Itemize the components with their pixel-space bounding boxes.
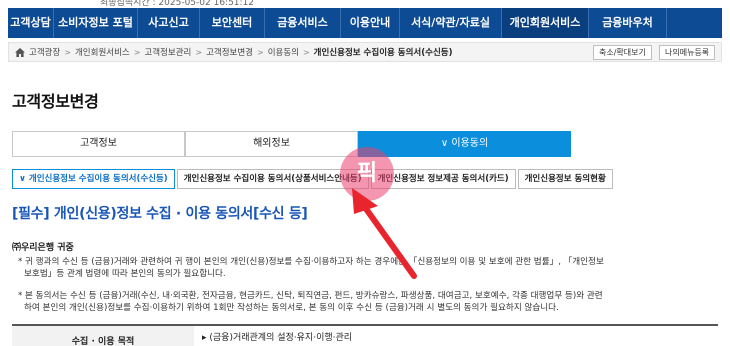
breadcrumb-item[interactable]: 이용동의 [268,46,299,58]
gnb-item[interactable]: 금융서비스 [265,8,341,38]
tab-overseas-info[interactable]: 해외정보 [185,131,358,157]
my-menu-button[interactable]: 나의메뉴등록 [659,45,716,60]
gnb-item[interactable]: 소비자정보 포털 [54,8,138,38]
breadcrumb-current: 개인신용정보 수집이용 동의서(수신등) [313,48,453,58]
tab-customer-info[interactable]: 고객정보 [12,131,185,157]
zoom-button[interactable]: 축소/확대보기 [593,45,652,60]
gnb-item[interactable]: 보안센터 [200,8,265,38]
page-title: 고객정보변경 [12,92,99,111]
tab-consent[interactable]: ∨ 이용동의 [358,131,571,157]
subtab-consent-status[interactable]: 개인신용정보 동의현황 [517,169,613,189]
breadcrumb: 고객광장 > 개인회원서비스 > 고객정보관리 > 고객정보변경 > 이용동의 … [8,42,722,62]
notice-line: 하여 본인의 개인(신용)정보를 수집·이용하기 위하여 1회만 작성하는 동의… [24,303,559,313]
table-cell: ▸ (금융)거래관계의 설정·유지·이행·관리 [202,333,353,343]
gnb-item[interactable]: 사고신고 [138,8,200,38]
gnb-item[interactable]: 금융바우처 [589,8,667,38]
notice-line: * 본 동의서는 수신 등 (금융)거래(수신, 내·외국환, 전자금융, 현금… [18,291,603,301]
home-icon[interactable] [15,47,25,57]
gnb-item[interactable]: 서식/약관/자료실 [400,8,502,38]
chevron-down-icon: ∨ [19,174,29,184]
top-strip: 최종접속시간 : 2025-05-02 16:51:12 [0,0,730,8]
table-header-cell: 수집 · 이용 목적 [12,326,194,346]
chevron-down-icon: ∨ [440,138,452,149]
bank-label: ㈜우리은행 귀중 [12,243,74,253]
tab-consent-label: 이용동의 [451,138,489,149]
login-time: 최종접속시간 : 2025-05-02 16:51:12 [100,0,255,8]
chevron-right-icon: > [133,47,141,57]
gnb-item[interactable]: 이용안내 [341,8,400,38]
chevron-right-icon: > [195,47,203,57]
chevron-right-icon: > [302,47,310,57]
notice-paragraph: * 본 동의서는 수신 등 (금융)거래(수신, 내·외국환, 전자금융, 현금… [18,290,718,314]
section-title: [필수] 개인(신용)정보 수집 · 이용 동의서[수신 등] [12,206,308,222]
subtab-collect-use-deposit[interactable]: ∨ 개인신용정보 수집이용 동의서(수신등) [12,169,175,189]
watermark-stamp: 픽 [340,147,394,201]
main-tabs: 고객정보 해외정보 ∨ 이용동의 [12,131,571,157]
global-nav: 고객상담 소비자정보 포털 사고신고 보안센터 금융서비스 이용안내 서식/약관/자료실 개인… [8,8,722,38]
chevron-right-icon: > [64,47,71,57]
notice-paragraph: * 귀 행과의 수신 등 (금융)거래와 관련하여 귀 행이 본인의 개인(신용… [18,256,718,280]
gnb-item[interactable]: 고객상담 [8,8,54,38]
breadcrumb-item[interactable]: 개인회원서비스 [75,46,130,58]
breadcrumb-item[interactable]: 고객정보관리 [144,46,191,58]
gnb-item[interactable]: 개인회원서비스 [502,8,589,38]
chevron-right-icon: > [256,47,264,57]
subtab-label: 개인신용정보 수집이용 동의서(수신등) [28,174,168,184]
table-row: 수집 · 이용 목적 ▸ (금융)거래관계의 설정·유지·이행·관리 [12,324,718,346]
breadcrumb-item[interactable]: 고객광장 [29,46,60,58]
notice-line: 보호법」등 관계 법령에 따라 본인의 동의가 필요합니다. [24,269,226,279]
notice-line: * 귀 행과의 수신 등 (금융)거래와 관련하여 귀 행이 본인의 개인(신용… [18,257,604,267]
breadcrumb-item[interactable]: 고객정보변경 [206,46,253,58]
